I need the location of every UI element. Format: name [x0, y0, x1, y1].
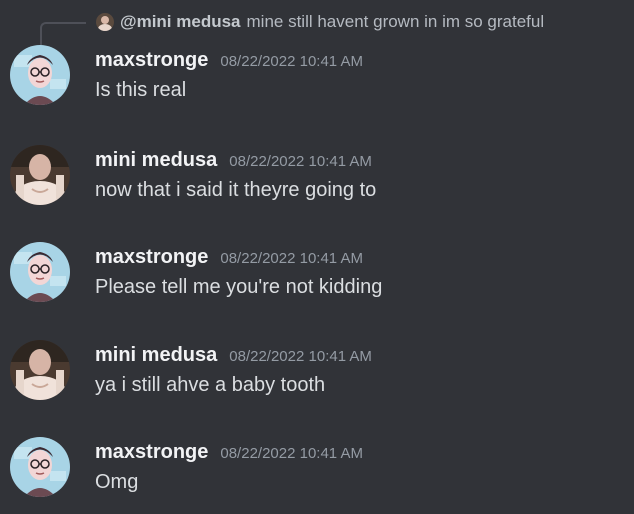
avatar[interactable] [10, 340, 70, 400]
avatar[interactable] [10, 145, 70, 205]
username[interactable]: mini medusa [95, 344, 217, 367]
timestamp[interactable]: 08/22/2022 10:41 AM [229, 348, 372, 365]
message[interactable]: maxstronge 08/22/2022 10:41 AM Is this r… [10, 45, 624, 115]
reply-content[interactable]: @mini medusa mine still havent grown in … [96, 12, 544, 32]
timestamp[interactable]: 08/22/2022 10:41 AM [229, 153, 372, 170]
timestamp[interactable]: 08/22/2022 10:41 AM [220, 250, 363, 267]
message[interactable]: maxstronge 08/22/2022 10:41 AM Omg [10, 437, 624, 507]
message-text: Is this real [95, 79, 187, 101]
timestamp[interactable]: 08/22/2022 10:41 AM [220, 445, 363, 462]
message-text: now that i said it theyre going to [95, 179, 377, 201]
message[interactable]: mini medusa 08/22/2022 10:41 AM ya i sti… [10, 340, 624, 410]
message-text: Omg [95, 471, 139, 493]
username[interactable]: mini medusa [95, 149, 217, 172]
message[interactable]: mini medusa 08/22/2022 10:41 AM now that… [10, 145, 624, 215]
username[interactable]: maxstronge [95, 441, 208, 464]
username[interactable]: maxstronge [95, 246, 208, 269]
message-text: ya i still ahve a baby tooth [95, 374, 326, 396]
reply-mention[interactable]: @mini medusa [120, 12, 241, 32]
avatar[interactable] [10, 437, 70, 497]
timestamp[interactable]: 08/22/2022 10:41 AM [220, 53, 363, 70]
reply-avatar[interactable] [96, 13, 114, 31]
avatar[interactable] [10, 45, 70, 105]
reply-text[interactable]: mine still havent grown in im so gratefu… [247, 12, 545, 32]
message-text: Please tell me you're not kidding [95, 276, 383, 298]
message[interactable]: maxstronge 08/22/2022 10:41 AM Please te… [10, 242, 624, 312]
avatar[interactable] [10, 242, 70, 302]
username[interactable]: maxstronge [95, 49, 208, 72]
chat-messages: @mini medusa mine still havent grown in … [0, 0, 634, 514]
